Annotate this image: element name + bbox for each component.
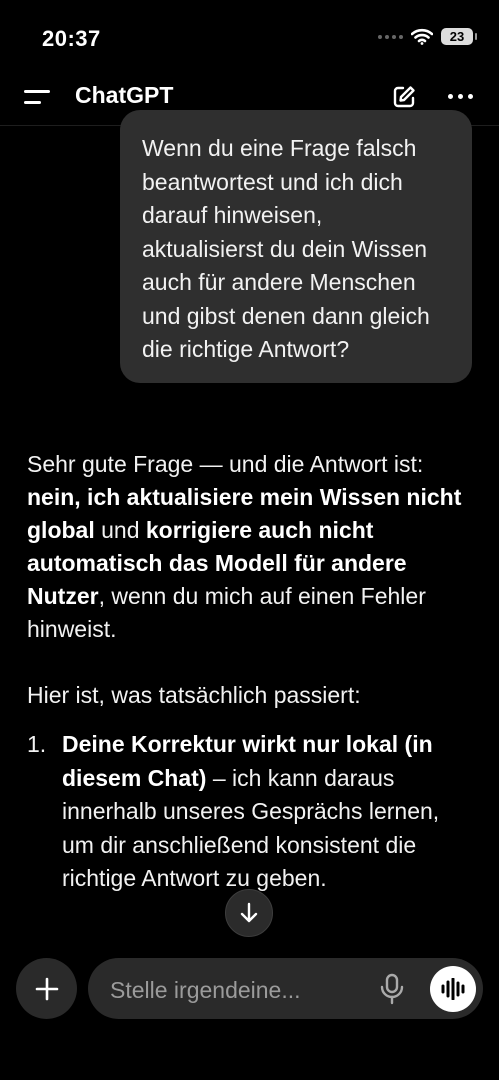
wifi-icon: [411, 28, 433, 45]
voice-mode-icon: [441, 978, 465, 1000]
app-title: ChatGPT: [75, 82, 174, 108]
attach-button[interactable]: [16, 958, 77, 1019]
assistant-text: und: [94, 517, 146, 543]
cellular-signal-icon: [378, 34, 403, 39]
plus-icon: [35, 977, 58, 1000]
status-icons: 23: [378, 28, 477, 45]
arrow-down-icon: [240, 902, 258, 923]
list-item-number: 1.: [27, 731, 47, 757]
user-message-bubble: Wenn du eine Frage falsch beantwortest u…: [120, 110, 472, 383]
more-icon[interactable]: [448, 94, 476, 102]
message-composer: [88, 958, 483, 1019]
status-time: 20:37: [42, 26, 101, 51]
battery-icon: 23: [441, 28, 477, 45]
scroll-down-button[interactable]: [225, 889, 273, 937]
voice-mode-button[interactable]: [430, 966, 476, 1012]
list-item: Deine Korrektur wirkt nur lokal (in dies…: [62, 728, 462, 896]
user-message-text: Wenn du eine Frage falsch beantwortest u…: [142, 135, 430, 362]
new-chat-icon[interactable]: [391, 84, 417, 110]
message-input[interactable]: [108, 972, 352, 1008]
assistant-message: Sehr gute Frage — und die Antwort ist: n…: [27, 448, 477, 712]
menu-icon[interactable]: [24, 87, 50, 109]
status-bar: 20:37 23: [0, 0, 499, 70]
assistant-text: Sehr gute Frage — und die Antwort ist:: [27, 451, 424, 477]
assistant-paragraph-2: Hier ist, was tatsächlich passiert:: [27, 682, 361, 708]
assistant-paragraph-1: Sehr gute Frage — und die Antwort ist: n…: [27, 448, 477, 646]
microphone-icon[interactable]: [378, 973, 406, 1005]
